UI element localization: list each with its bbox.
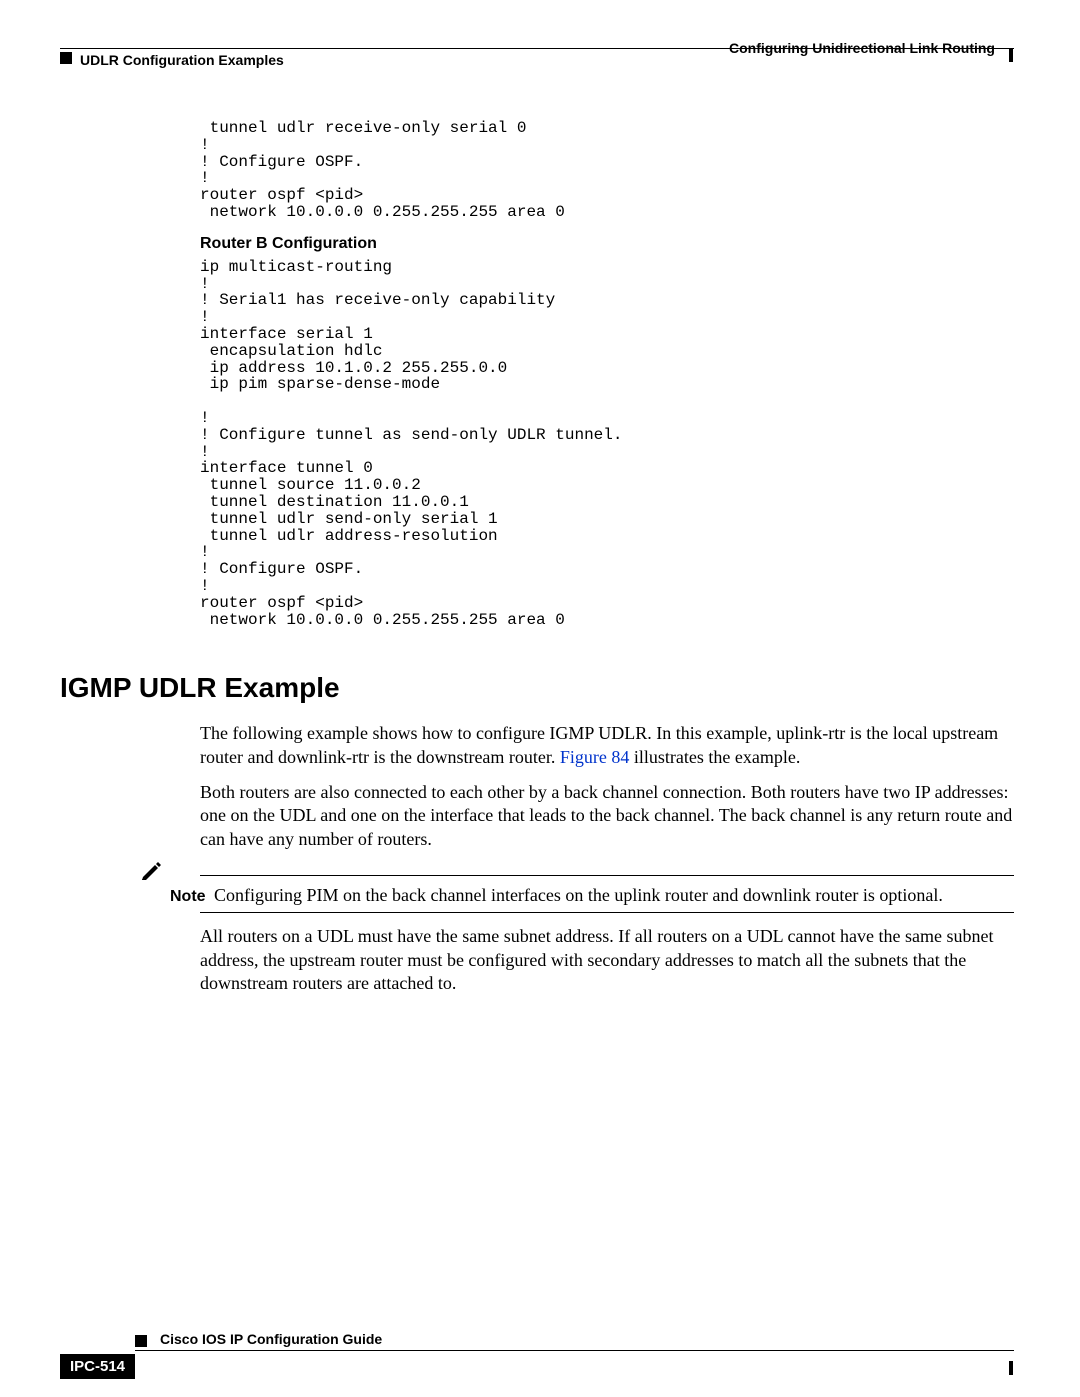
pencil-icon (140, 858, 166, 882)
page: Configuring Unidirectional Link Routing … (0, 0, 1080, 1397)
header-square-icon (60, 52, 72, 64)
footer-tick-icon (1009, 1361, 1013, 1375)
paragraph-intro-part2: illustrates the example. (629, 747, 800, 767)
paragraph-intro: The following example shows how to confi… (200, 722, 1014, 769)
footer-square-icon (135, 1335, 147, 1347)
header-rule (60, 48, 1014, 49)
note-block: Note Configuring PIM on the back channel… (140, 875, 1014, 913)
content-area: tunnel udlr receive-only serial 0 ! ! Co… (60, 120, 1014, 995)
footer-rule (135, 1350, 1014, 1351)
note-rule-bottom (200, 912, 1014, 913)
footer-guide-title: Cisco IOS IP Configuration Guide (160, 1331, 382, 1347)
subheading-router-b: Router B Configuration (200, 235, 1014, 253)
paragraph-subnet: All routers on a UDL must have the same … (200, 925, 1014, 995)
header-tick-icon (1009, 48, 1013, 62)
paragraph-backchannel: Both routers are also connected to each … (200, 781, 1014, 851)
code-block-router-b: ip multicast-routing ! ! Serial1 has rec… (200, 259, 1014, 629)
code-block-router-a-tail: tunnel udlr receive-only serial 0 ! ! Co… (200, 120, 1014, 221)
heading-igmp-udlr-example: IGMP UDLR Example (60, 672, 1014, 704)
figure-link[interactable]: Figure 84 (560, 747, 630, 767)
note-label: Note (166, 888, 214, 906)
running-header-section: UDLR Configuration Examples (80, 52, 284, 68)
page-number: IPC-514 (60, 1354, 135, 1379)
note-text: Configuring PIM on the back channel inte… (214, 885, 1014, 906)
